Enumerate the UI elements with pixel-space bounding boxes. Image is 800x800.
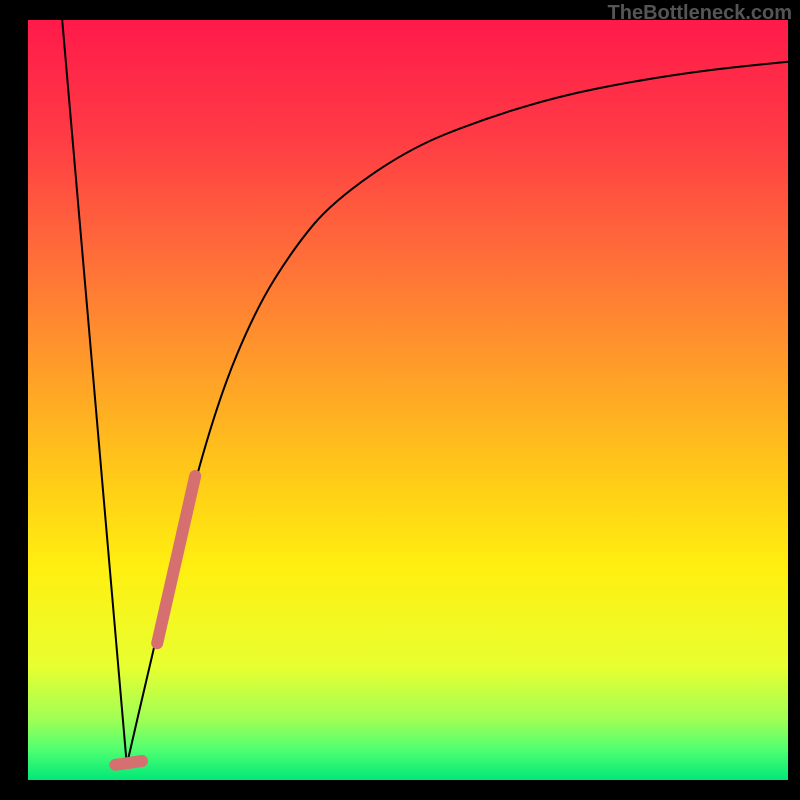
highlight-segment — [157, 476, 195, 643]
watermark-text: TheBottleneck.com — [608, 2, 792, 25]
highlight-layer — [28, 20, 788, 780]
chart-area — [28, 20, 788, 780]
highlight-bottom — [115, 761, 142, 765]
